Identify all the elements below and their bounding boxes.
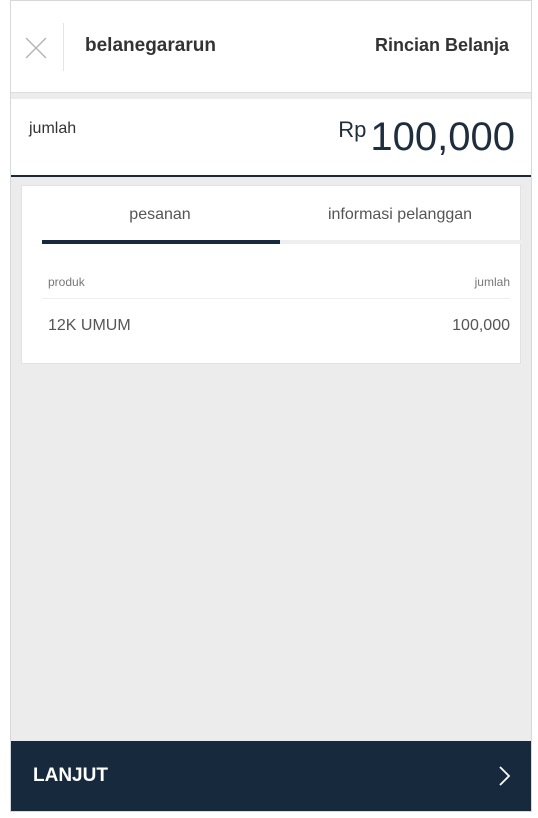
continue-button-label: LANJUT — [33, 765, 108, 786]
currency-label: Rp — [338, 117, 367, 142]
amount-label: jumlah — [29, 120, 77, 137]
tab-pesanan[interactable]: pesanan — [40, 206, 280, 224]
merchant-name: belanegararun — [85, 35, 216, 56]
tab-informasi-pelanggan[interactable]: informasi pelanggan — [280, 206, 520, 224]
table-row-amount: 100,000 — [452, 317, 510, 334]
table-divider — [42, 298, 510, 299]
header: belanegararun Rincian Belanja — [11, 1, 531, 93]
continue-button[interactable]: LANJUT — [11, 741, 531, 811]
amount-value: Rp 100,000 — [338, 115, 515, 159]
order-card: pesanan informasi pelanggan produk jumla… — [21, 185, 522, 364]
page-title: Rincian Belanja — [374, 35, 509, 55]
close-button[interactable] — [21, 33, 51, 63]
table-row-product: 12K UMUM — [48, 317, 131, 334]
checkout-panel: belanegararun Rincian Belanja jumlah Rp 1… — [10, 0, 532, 812]
column-header-produk: produk — [48, 275, 85, 289]
amount-summary: jumlah Rp 100,000 — [11, 99, 531, 177]
amount-number: 100,000 — [370, 115, 515, 159]
close-icon — [25, 37, 47, 59]
column-header-jumlah: jumlah — [474, 275, 510, 289]
chevron-right-icon — [499, 766, 511, 786]
header-divider — [63, 23, 64, 71]
tab-active-indicator — [42, 240, 280, 244]
